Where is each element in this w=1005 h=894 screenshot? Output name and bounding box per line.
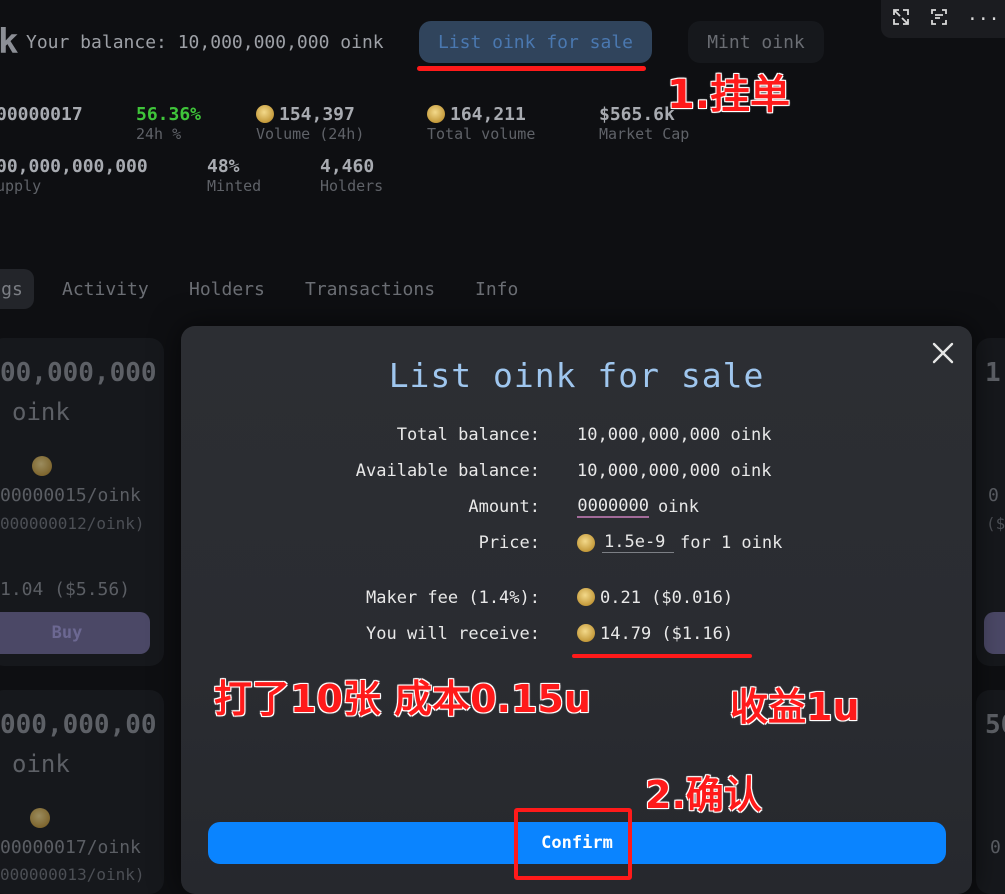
amount-label: Amount:	[468, 497, 540, 517]
stat-market-cap: $565.6k Market Cap	[599, 104, 689, 143]
card-amount: 00,000,000	[0, 358, 157, 388]
coin-icon	[32, 456, 52, 476]
tab-listings[interactable]: gs	[0, 269, 34, 309]
card-price: 00000017/oink	[0, 837, 141, 858]
stat-price: 00000017	[0, 104, 83, 125]
card-unit: oink	[12, 750, 70, 778]
card-price-usd: 000000013/oink)	[0, 865, 145, 884]
close-icon[interactable]	[928, 340, 958, 370]
market-cap-value: $565.6k	[599, 104, 675, 125]
price-label: Price:	[478, 533, 540, 553]
more-icon[interactable]: ···	[967, 9, 1000, 30]
scan-text-icon[interactable]	[929, 7, 949, 32]
volume-value: 154,397	[279, 104, 355, 125]
amount-unit: oink	[658, 497, 699, 517]
annotation-underline-list	[417, 66, 646, 71]
maker-fee-row: 0.21 ($0.016)	[577, 588, 733, 608]
receive-value: 14.79 ($1.16)	[600, 624, 734, 644]
stat-supply: 00,000,000,000 upply	[0, 156, 148, 195]
buy-button[interactable]	[984, 612, 1005, 654]
holders-label: Holders	[320, 177, 384, 195]
stat-total-volume: 164,211 Total volume	[427, 104, 535, 143]
coin-icon	[577, 533, 595, 552]
amount-input[interactable]	[577, 496, 649, 518]
card-price-usd: 000000012/oink)	[0, 514, 145, 533]
total-volume-label: Total volume	[427, 125, 536, 143]
card-unit: oink	[12, 398, 70, 426]
listing-card: 50 0	[976, 690, 1005, 894]
supply-value: 00,000,000,000	[0, 156, 148, 177]
supply-label: upply	[0, 177, 42, 195]
volume-label: Volume (24h)	[256, 125, 365, 143]
stat-volume: 154,397 Volume (24h)	[256, 104, 364, 143]
buy-button[interactable]: Buy	[0, 612, 150, 654]
receive-label: You will receive:	[366, 624, 540, 644]
annotation-profit: 收益1u	[730, 685, 860, 729]
tab-holders[interactable]: Holders	[189, 279, 265, 300]
modal-title: List oink for sale	[388, 356, 765, 395]
coin-icon	[427, 105, 445, 123]
minted-value: 48%	[207, 156, 240, 177]
window-toolbar: ···	[881, 0, 1005, 38]
price-row: for 1 oink	[577, 532, 782, 553]
holders-value: 4,460	[320, 156, 375, 177]
annotation-underline-receive	[572, 654, 752, 658]
annotation-step2: 2.确认	[645, 773, 762, 817]
available-balance-label: Available balance:	[355, 461, 540, 481]
card-amount: 50	[985, 710, 1005, 740]
total-balance-label: Total balance:	[396, 425, 540, 445]
card-price: 00000015/oink	[0, 485, 141, 506]
card-total: 1.04 ($5.56)	[0, 579, 131, 600]
tab-info[interactable]: Info	[475, 279, 518, 300]
price-value: 00000017	[0, 104, 83, 125]
list-for-sale-button[interactable]: List oink for sale	[419, 21, 652, 63]
coin-icon	[256, 105, 274, 123]
coin-icon	[30, 808, 50, 828]
stat-holders: 4,460 Holders	[320, 156, 383, 195]
balance-text: Your balance: 10,000,000,000 oink	[26, 32, 384, 53]
logo: k	[0, 22, 19, 62]
receive-row: 14.79 ($1.16)	[577, 624, 733, 644]
total-balance-value: 10,000,000,000 oink	[577, 425, 772, 445]
amount-row: oink	[577, 496, 699, 518]
annotation-cost: 打了10张 成本0.15u	[214, 677, 591, 721]
coin-icon	[577, 588, 595, 606]
mint-button[interactable]: Mint oink	[688, 21, 824, 63]
total-volume-value: 164,211	[450, 104, 526, 125]
card-price: 0	[988, 485, 999, 506]
expand-icon[interactable]	[891, 7, 911, 32]
price-input[interactable]	[602, 532, 674, 553]
market-cap-label: Market Cap	[599, 125, 690, 143]
card-price: 0	[990, 837, 1001, 858]
maker-fee-value: 0.21 ($0.016)	[600, 588, 734, 608]
tab-transactions[interactable]: Transactions	[305, 279, 435, 300]
coin-icon	[577, 624, 595, 642]
stat-minted: 48% Minted	[207, 156, 261, 195]
available-balance-value: 10,000,000,000 oink	[577, 461, 772, 481]
change-value: 56.36%	[136, 104, 202, 125]
maker-fee-label: Maker fee (1.4%):	[366, 588, 540, 608]
card-amount: 000,000,00	[0, 710, 157, 740]
change-label: 24h %	[136, 125, 182, 143]
price-suffix: for 1 oink	[680, 532, 783, 553]
listing-card: 000,000,00 oink 00000017/oink 000000013/…	[0, 690, 164, 894]
listing-card: 00,000,000 oink 00000015/oink 000000012/…	[0, 338, 164, 666]
annotation-box-confirm	[514, 808, 632, 880]
stat-change: 56.36% 24h %	[136, 104, 201, 143]
tab-activity[interactable]: Activity	[62, 279, 149, 300]
card-amount: 1	[985, 358, 1001, 388]
minted-label: Minted	[207, 177, 262, 195]
card-price-usd: ($	[986, 514, 1005, 533]
listing-card: 1 0 ($	[976, 338, 1005, 666]
